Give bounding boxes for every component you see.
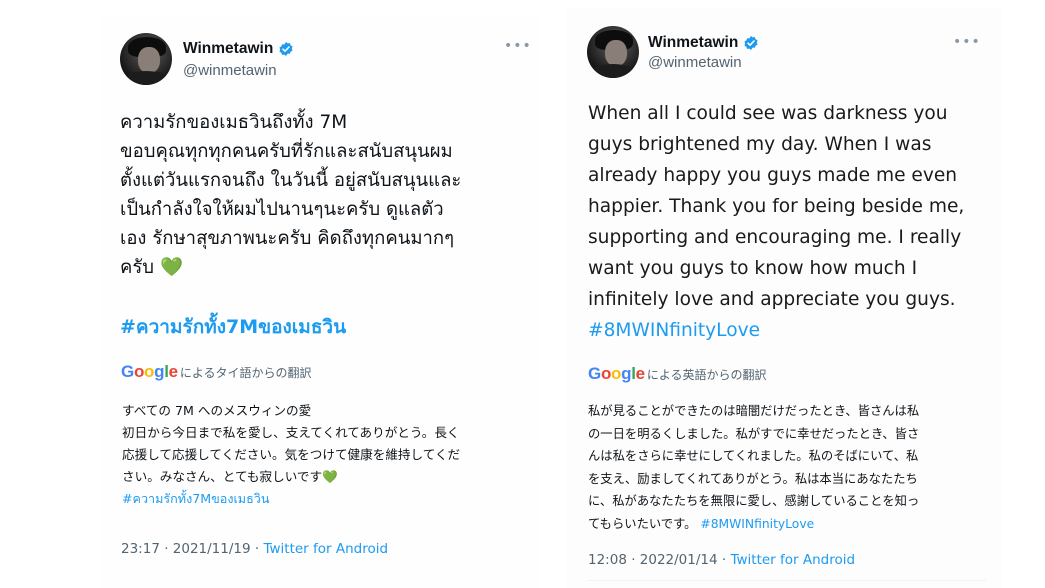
more-horizontal-icon[interactable]: ••• xyxy=(504,38,532,54)
tweet-text: When all I could see was darkness you gu… xyxy=(588,98,964,346)
handle[interactable]: @winmetawin xyxy=(183,62,277,79)
translation-line: すべての 7M へのメスウィンの愛 xyxy=(122,403,312,418)
tweet-text: ความรักของเมธวินถึงทั้ง 7M ขอบคุณทุกทุกค… xyxy=(120,108,461,282)
tweet-line: ครับ 💚 xyxy=(120,253,461,282)
translation-line: 私が見ることができたのは暗闇だけだったとき、皆さんは私 xyxy=(588,404,920,418)
timestamp[interactable]: 12:08 · 2022/01/14 · xyxy=(588,552,730,568)
translation-line: さい。みなさん、とても寂しいです💚 xyxy=(122,466,460,488)
author-name-row[interactable]: Winmetawin xyxy=(183,40,294,58)
source-link[interactable]: Twitter for Android xyxy=(730,552,855,568)
green-heart-emoji: 💚 xyxy=(159,257,183,278)
translation-label: によるタイ語からの翻訳 xyxy=(179,366,312,380)
tweet-line: infinitely love and appreciate you guys. xyxy=(588,289,956,310)
translation-line-text: さい。みなさん、とても寂しいです xyxy=(122,469,323,484)
tweet-line: เป็นกำลังใจให้ผมไปนานๆนะครับ ดูแลตัว xyxy=(120,199,444,220)
more-horizontal-icon[interactable]: ••• xyxy=(953,34,981,50)
tweet-line: เอง รักษาสุขภาพนะครับ คิดถึงทุกคนมากๆ xyxy=(120,228,455,249)
display-name[interactable]: Winmetawin xyxy=(183,40,273,58)
translation-hashtag-link[interactable]: #ความรักทั้ง7Mของเมธวิน xyxy=(122,488,460,510)
google-logo: Google xyxy=(121,362,178,381)
tweet-line: ขอบคุณทุกทุกคนครับที่รักและสนับสนุนผม xyxy=(120,141,453,162)
green-heart-emoji: 💚 xyxy=(322,469,338,484)
handle[interactable]: @winmetawin xyxy=(648,54,742,71)
tweet-line: want you guys to know how much I xyxy=(588,258,918,279)
divider xyxy=(588,580,986,581)
translation-line: てもらいたいです。 #8MWINfinityLove xyxy=(588,513,919,536)
avatar[interactable] xyxy=(587,26,639,78)
tweet-line: happier. Thank you for being beside me, xyxy=(588,196,965,217)
source-link[interactable]: Twitter for Android xyxy=(263,541,388,557)
tweet-line: When all I could see was darkness you xyxy=(588,103,948,124)
timestamp[interactable]: 23:17 · 2021/11/19 · xyxy=(121,541,263,557)
translated-text: 私が見ることができたのは暗闇だけだったとき、皆さんは私 の一日を明るくしました。… xyxy=(588,400,919,535)
tweet-line: already happy you guys made me even xyxy=(588,165,958,186)
translation-label: による英語からの翻訳 xyxy=(646,368,767,382)
verified-badge-icon xyxy=(279,42,293,56)
tweet-timestamp-row: 23:17 · 2021/11/19 · Twitter for Android xyxy=(121,541,388,557)
translation-line-text: てもらいたいです。 xyxy=(588,516,697,531)
google-logo: Google xyxy=(588,364,645,383)
hashtag-link[interactable]: #ความรักทั้ง7Mของเมธวิน xyxy=(120,312,346,342)
translation-attribution[interactable]: Google による英語からの翻訳 xyxy=(588,364,766,384)
translation-attribution[interactable]: Google によるタイ語からの翻訳 xyxy=(121,362,311,382)
author-name-row[interactable]: Winmetawin xyxy=(648,34,759,52)
translation-line: 応援して応援してください。気をつけて健康を維持してくだ xyxy=(122,447,461,462)
tweet-line: guys brightened my day. When I was xyxy=(588,134,932,155)
translation-line: 初日から今日まで私を愛し、支えてくれてありがとう。長く xyxy=(122,425,460,440)
translation-line: んは私をさらに幸せにしてくれました。私のそばにいて、私 xyxy=(588,449,919,463)
tweet-line-text: ครับ xyxy=(120,257,155,278)
tweet-line: ความรักของเมธวินถึงทั้ง 7M xyxy=(120,112,348,133)
avatar[interactable] xyxy=(120,33,172,85)
tweet-line: supporting and encouraging me. I really xyxy=(588,227,962,248)
translation-line: の一日を明るくしました。私がすでに幸せだったとき、皆さ xyxy=(588,426,920,441)
verified-badge-icon xyxy=(744,36,758,50)
tweet-line: ตั้งแต่วันแรกจนถึง ในวันนี้ อยู่สนับสนุน… xyxy=(120,170,462,191)
display-name[interactable]: Winmetawin xyxy=(648,34,738,52)
tweet-timestamp-row: 12:08 · 2022/01/14 · Twitter for Android xyxy=(588,552,855,568)
translation-line: に、私があなたたちを無限に愛し、感謝していることを知っ xyxy=(588,494,920,508)
translation-hashtag-link[interactable]: #8MWINfinityLove xyxy=(700,517,814,531)
translation-line: を支え、励ましてくれてありがとう。私は本当にあなたたち xyxy=(588,471,918,486)
hashtag-link[interactable]: #8MWINfinityLove xyxy=(588,315,964,346)
translated-text: すべての 7M へのメスウィンの愛 初日から今日まで私を愛し、支えてくれてありが… xyxy=(122,400,460,510)
